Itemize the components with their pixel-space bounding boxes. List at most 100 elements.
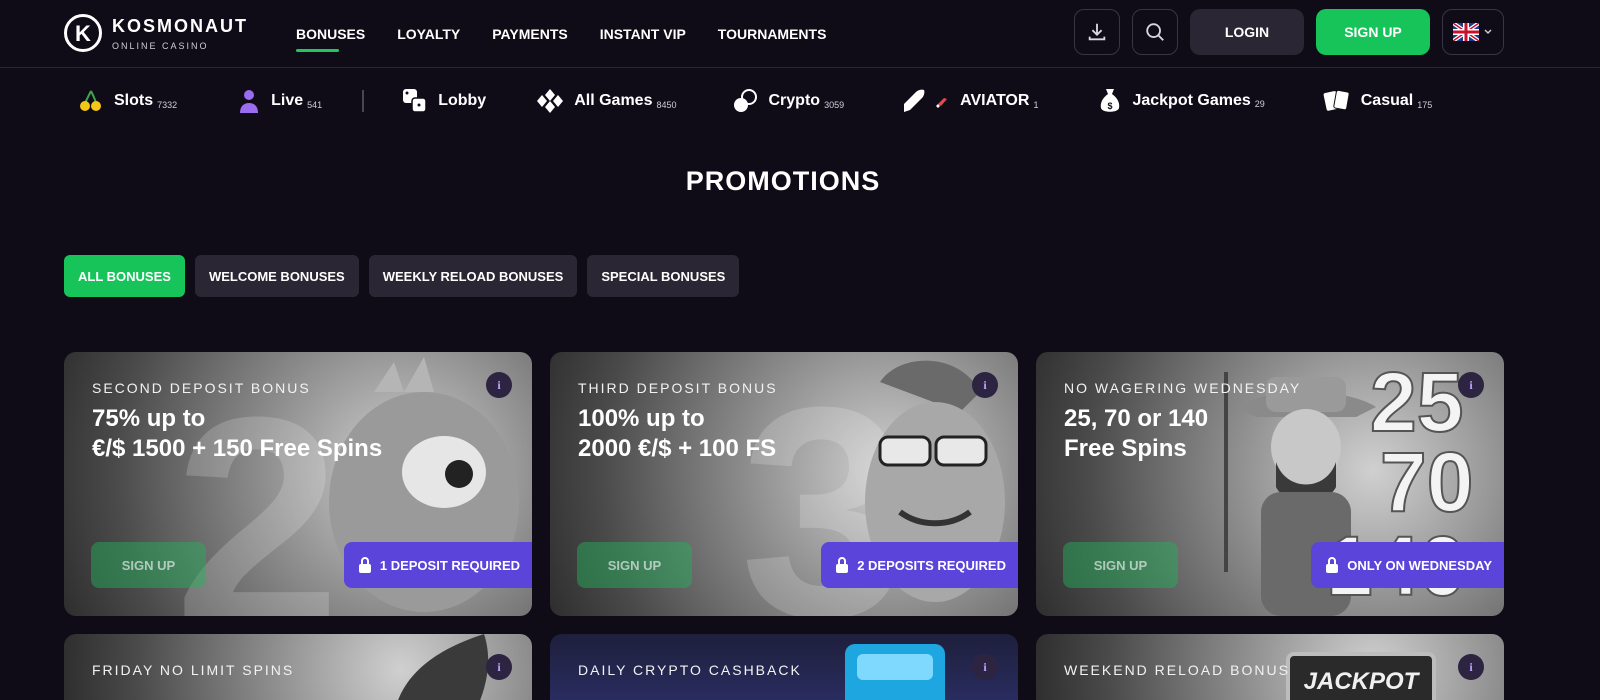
uk-flag-icon [1453, 23, 1479, 41]
money-bag-icon: $ [1101, 89, 1120, 112]
promo-card-third-deposit[interactable]: 3 THIRD DEPOSIT BONUS 100% up to 2000 €/… [550, 352, 1018, 616]
tab-weekly-reload-bonuses[interactable]: WEEKLY RELOAD BONUSES [368, 255, 578, 297]
category-count: 8450 [656, 100, 677, 110]
card-headline-line1: 100% up to [578, 405, 705, 432]
category-count: 29 [1254, 99, 1265, 109]
promo-card-weekend-reload-bonus[interactable]: JACKPOT WEEKEND RELOAD BONUS i [1036, 634, 1504, 700]
card-headline: 25, 70 or 140 Free Spins [1064, 404, 1208, 464]
chevron-down-icon [1484, 29, 1492, 35]
card-headline-line2: 2000 €/$ + 100 FS [578, 435, 777, 462]
requirement-label: 1 DEPOSIT REQUIRED [379, 557, 520, 573]
download-button[interactable] [1074, 9, 1120, 55]
promo-card-daily-crypto-cashback[interactable]: DAILY CRYPTO CASHBACK i [550, 634, 1018, 700]
category-count: 3059 [824, 100, 845, 110]
category-lobby[interactable]: Lobby [402, 88, 486, 114]
card-kicker: DAILY CRYPTO CASHBACK [578, 662, 802, 678]
info-button[interactable]: i [486, 654, 512, 680]
category-live[interactable]: Live 541 [237, 88, 322, 114]
crypto-machine-art [845, 644, 945, 700]
card-kicker: THIRD DEPOSIT BONUS [578, 380, 778, 396]
card-headline-line2: Free Spins [1064, 435, 1187, 462]
card-kicker: FRIDAY NO LIMIT SPINS [92, 662, 295, 678]
card-signup-button[interactable]: SIGN UP [91, 542, 206, 588]
svg-text:$: $ [1108, 101, 1113, 111]
category-crypto[interactable]: Crypto 3059 [731, 88, 845, 114]
info-button[interactable]: i [1458, 372, 1484, 398]
jackpot-sign-art: JACKPOT [1286, 652, 1436, 700]
download-icon [1088, 23, 1106, 41]
nav-payments[interactable]: PAYMENTS [492, 0, 567, 68]
requirement-badge: ONLY ON WEDNESDAY [1311, 542, 1504, 588]
nav-bonuses[interactable]: BONUSES [296, 0, 365, 68]
category-count: 7332 [157, 100, 178, 110]
lock-icon [1326, 557, 1339, 573]
logo-icon [64, 14, 102, 52]
category-count: 541 [307, 100, 323, 110]
logo-subtitle: ONLINE CASINO [112, 40, 209, 51]
main-nav: BONUSES LOYALTY PAYMENTS INSTANT VIP TOU… [296, 0, 826, 68]
info-button[interactable]: i [486, 372, 512, 398]
site-header: KOSMONAUT ONLINE CASINO BONUSES LOYALTY … [0, 0, 1600, 68]
rocket-icon [904, 89, 948, 112]
info-button[interactable]: i [972, 654, 998, 680]
category-count: 1 [1033, 100, 1039, 110]
card-headline-line2: €/$ 1500 + 150 Free Spins [92, 435, 383, 462]
category-divider [362, 90, 365, 112]
tab-all-bonuses[interactable]: ALL BONUSES [64, 255, 185, 297]
promo-card-friday-no-limit-spins[interactable]: FRIDAY NO LIMIT SPINS i [64, 634, 532, 700]
category-label: All Games [574, 92, 653, 109]
card-signup-button[interactable]: SIGN UP [1063, 542, 1178, 588]
lock-icon [836, 557, 849, 573]
card-headline-line1: 75% up to [92, 405, 206, 432]
category-label: Lobby [438, 92, 487, 109]
card-kicker: SECOND DEPOSIT BONUS [92, 380, 311, 396]
promo-card-no-wagering-wednesday[interactable]: 25 70 140 NO WAGERING WEDNESDAY 25, 70 o… [1036, 352, 1504, 616]
tab-special-bonuses[interactable]: SPECIAL BONUSES [587, 255, 740, 297]
tab-welcome-bonuses[interactable]: WELCOME BONUSES [194, 255, 359, 297]
category-all-games[interactable]: All Games 8450 [536, 88, 677, 114]
diamonds-icon [537, 89, 564, 113]
card-kicker: WEEKEND RELOAD BONUS [1064, 662, 1290, 678]
search-button[interactable] [1132, 9, 1178, 55]
login-button[interactable]: LOGIN [1190, 9, 1304, 55]
language-selector[interactable] [1442, 9, 1504, 55]
category-label: AVIATOR [960, 92, 1030, 109]
requirement-badge: 2 DEPOSITS REQUIRED [821, 542, 1018, 588]
cards-icon [1323, 89, 1350, 111]
requirement-label: 2 DEPOSITS REQUIRED [857, 557, 1006, 573]
category-label: Live [271, 92, 304, 109]
nav-loyalty[interactable]: LOYALTY [397, 0, 460, 68]
requirement-badge: 1 DEPOSIT REQUIRED [343, 542, 532, 588]
dice-icon [403, 89, 427, 113]
info-button[interactable]: i [1458, 654, 1484, 680]
signup-button[interactable]: SIGN UP [1316, 9, 1430, 55]
card-signup-button[interactable]: SIGN UP [577, 542, 692, 588]
promo-card-second-deposit[interactable]: 2 SECOND DEPOSIT BONUS 75% up to €/$ 150… [64, 352, 532, 616]
category-label: Casual [1360, 92, 1414, 109]
category-jackpot-games[interactable]: $ Jackpot Games 29 [1098, 87, 1265, 115]
page-title: PROMOTIONS [685, 166, 881, 196]
big-number-25: 25 [1369, 355, 1464, 449]
category-label: Slots [114, 92, 154, 109]
nav-instant-vip[interactable]: INSTANT VIP [600, 0, 686, 68]
card-kicker: NO WAGERING WEDNESDAY [1064, 380, 1302, 396]
category-bar: Slots 7332 Live 541 Lobby All Games 8450 Cr… [78, 76, 1432, 126]
card-headline-line1: 25, 70 or 140 [1064, 405, 1209, 432]
search-icon [1146, 23, 1164, 41]
dealer-icon [240, 90, 259, 113]
info-button[interactable]: i [972, 372, 998, 398]
category-aviator[interactable]: AVIATOR 1 [902, 88, 1038, 114]
category-casual[interactable]: Casual 175 [1323, 88, 1433, 114]
coins-icon [733, 89, 757, 112]
jackpot-sign-text: JACKPOT [1303, 668, 1419, 695]
card-headline: 100% up to 2000 €/$ + 100 FS [578, 404, 776, 464]
category-count: 175 [1417, 100, 1433, 110]
nav-tournaments[interactable]: TOURNAMENTS [718, 0, 827, 68]
logo[interactable]: KOSMONAUT ONLINE CASINO [64, 14, 248, 52]
cherries-icon [80, 90, 101, 111]
category-slots[interactable]: Slots 7332 [78, 88, 177, 114]
requirement-label: ONLY ON WEDNESDAY [1347, 557, 1492, 573]
category-label: Jackpot Games [1132, 92, 1251, 109]
category-label: Crypto [768, 92, 821, 109]
bonus-filter-tabs: ALL BONUSES WELCOME BONUSES WEEKLY RELOA… [64, 255, 740, 297]
